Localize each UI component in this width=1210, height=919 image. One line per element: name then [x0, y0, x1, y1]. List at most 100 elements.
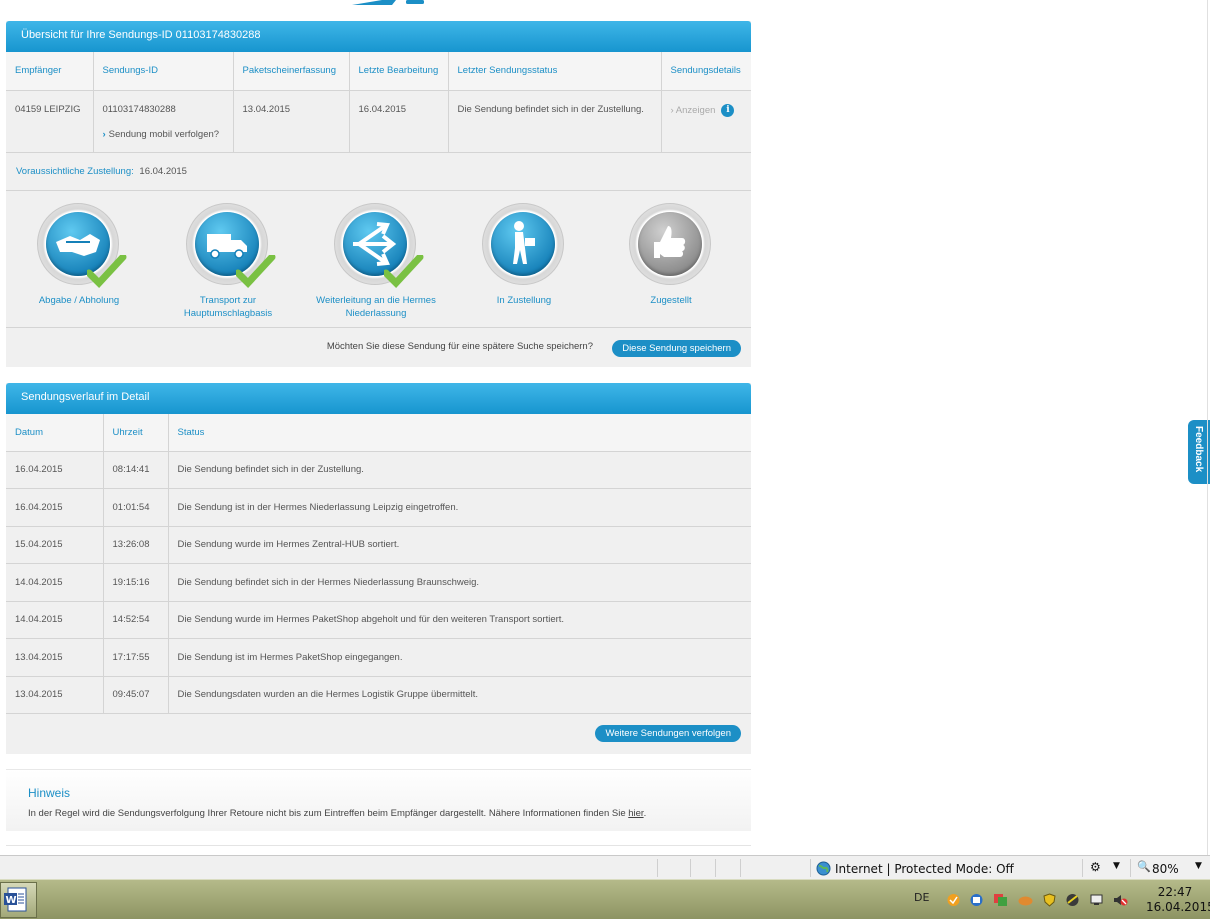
recipient-cell: 04159 LEIPZIG	[6, 90, 94, 153]
protected-mode-icon[interactable]: ⚙	[1090, 860, 1101, 874]
history-row: 16.04.2015 08:14:41 Die Sendung befindet s…	[6, 451, 751, 489]
overview-table: Empfänger Sendungs-ID Paketscheinerfassu…	[6, 52, 751, 153]
step-transport: Transport zur Hauptumschlagbasis	[158, 202, 298, 320]
step-label: Abgabe / Abholung	[38, 294, 120, 306]
chevron-right-icon: ›	[102, 128, 106, 140]
tray-device-icon[interactable]	[1089, 893, 1104, 907]
chevron-down-icon[interactable]: ▼	[1195, 861, 1202, 871]
history-status-cell: Die Sendung ist im Hermes PaketShop eing…	[168, 638, 751, 677]
status-cell	[690, 859, 691, 877]
history-time-cell: 13:26:08	[103, 526, 169, 564]
word-task-button[interactable]: W	[0, 882, 37, 918]
mobile-tracking-label: Sendung mobil verfolgen?	[108, 128, 220, 140]
expected-delivery: Voraussichtliche Zustellung: 16.04.2015	[6, 153, 751, 191]
last-status-cell: Die Sendung befindet sich in der Zustell…	[448, 90, 662, 153]
hint-body: In der Regel wird die Sendungsverfolgung…	[28, 808, 626, 819]
language-indicator[interactable]: DE	[914, 891, 929, 904]
tray-cloud-icon[interactable]	[1018, 893, 1033, 907]
history-date-cell: 16.04.2015	[6, 488, 104, 527]
hint-text: In der Regel wird die Sendungsverfolgung…	[28, 808, 646, 819]
history-date-cell: 13.04.2015	[6, 676, 104, 714]
chevron-down-icon[interactable]: ▼	[1113, 861, 1120, 871]
hint-box: Hinweis In der Regel wird die Sendungsve…	[6, 769, 751, 831]
col-time: Uhrzeit	[103, 414, 169, 452]
history-panel: Sendungsverlauf im Detail Datum Uhrzeit …	[6, 383, 751, 754]
info-icon[interactable]: i	[721, 103, 735, 117]
globe-icon	[816, 861, 831, 876]
status-cell	[657, 859, 658, 877]
mobile-tracking-link[interactable]: › Sendung mobil verfolgen?	[103, 129, 224, 140]
col-shipment-id: Sendungs-ID	[93, 52, 234, 91]
save-shipment-button[interactable]: Diese Sendung speichern	[612, 339, 741, 357]
status-cell	[1082, 859, 1083, 877]
details-show-link[interactable]: › Anzeigen	[671, 105, 716, 116]
hermes-logo-fragment	[352, 0, 424, 5]
step-label: In Zustellung	[496, 294, 552, 306]
hint-end: .	[643, 808, 647, 819]
save-row: Möchten Sie diese Sendung für eine späte…	[6, 328, 751, 368]
track-more-button[interactable]: Weitere Sendungen verfolgen	[595, 725, 741, 742]
system-clock[interactable]: 22:47 16.04.2015	[1146, 885, 1210, 915]
thumbs-up-icon	[638, 211, 702, 276]
history-title: Sendungsverlauf im Detail	[6, 383, 751, 414]
col-details: Sendungsdetails	[661, 52, 751, 91]
tracking-steps: Abgabe / Abholung Transport zur Hauptums…	[6, 191, 751, 328]
step-label: Zugestellt	[650, 294, 692, 306]
col-recipient: Empfänger	[6, 52, 94, 91]
tray-shield-icon[interactable]	[1042, 893, 1057, 907]
col-date: Datum	[6, 414, 104, 452]
history-status-cell: Die Sendung wurde im Hermes PaketShop ab…	[168, 601, 751, 639]
registered-cell: 13.04.2015	[233, 90, 350, 153]
details-show-label: Anzeigen	[675, 104, 716, 116]
history-date-cell: 13.04.2015	[6, 638, 104, 677]
history-status-cell: Die Sendung ist in der Hermes Niederlass…	[168, 488, 751, 527]
history-status-cell: Die Sendung befindet sich in der Hermes …	[168, 563, 751, 602]
history-time-cell: 01:01:54	[103, 488, 169, 527]
feedback-label: Feedback	[1193, 426, 1204, 473]
tray-antivirus-icon[interactable]	[1065, 893, 1080, 907]
step-delivered: Zugestellt	[601, 202, 741, 307]
col-last-status: Letzter Sendungsstatus	[448, 52, 662, 91]
tray-app-icon[interactable]	[946, 893, 961, 907]
word-icon: W	[4, 887, 27, 912]
clock-date: 16.04.2015	[1146, 900, 1210, 914]
status-cell	[810, 859, 811, 877]
history-status-cell: Die Sendungsdaten wurden an die Hermes L…	[168, 676, 751, 714]
browser-viewport: Übersicht für Ihre Sendungs-ID 011031748…	[0, 0, 1210, 855]
history-row: 13.04.2015 09:45:07 Die Sendungsdaten wurd…	[6, 676, 751, 714]
divider	[6, 845, 751, 855]
history-row: 16.04.2015 01:01:54 Die Sendung ist in der…	[6, 488, 751, 527]
tray-network-icon[interactable]	[969, 893, 984, 907]
svg-text:W: W	[6, 895, 17, 906]
col-registered: Paketscheinerfassung	[233, 52, 350, 91]
zoom-level[interactable]: 80%	[1152, 862, 1179, 876]
history-date-cell: 14.04.2015	[6, 601, 104, 639]
history-time-cell: 19:15:16	[103, 563, 169, 602]
history-row: 13.04.2015 17:17:55 Die Sendung ist im Her…	[6, 638, 751, 677]
status-cell	[715, 859, 716, 877]
check-icon	[87, 254, 127, 288]
browser-status-bar: Internet | Protected Mode: Off ⚙ ▼ 🔍 80%…	[0, 855, 1210, 879]
expected-delivery-label: Voraussichtliche Zustellung:	[16, 165, 134, 177]
history-row: 15.04.2015 13:26:08 Die Sendung wurde im H…	[6, 526, 751, 564]
tray-sync-icon[interactable]	[993, 893, 1008, 907]
shipment-id-value: 01103174830288	[102, 103, 176, 115]
save-question: Möchten Sie diese Sendung für eine späte…	[326, 340, 593, 352]
history-status-cell: Die Sendung wurde im Hermes Zentral-HUB …	[168, 526, 751, 564]
check-icon	[236, 254, 276, 288]
overview-panel: Übersicht für Ihre Sendungs-ID 011031748…	[6, 21, 751, 367]
courier-icon	[491, 211, 555, 276]
security-zone[interactable]: Internet | Protected Mode: Off	[835, 862, 1014, 876]
history-date-cell: 15.04.2015	[6, 526, 104, 564]
step-in-delivery: In Zustellung	[454, 202, 594, 307]
step-forwarding: Weiterleitung an die Hermes Niederlassun…	[306, 202, 446, 320]
overview-data-row: 04159 LEIPZIG 01103174830288 › Sendung mo…	[6, 90, 751, 153]
tray-volume-muted-icon[interactable]	[1113, 893, 1128, 907]
zoom-icon: 🔍	[1137, 860, 1151, 873]
overview-title: Übersicht für Ihre Sendungs-ID 011031748…	[6, 21, 751, 52]
history-status-cell: Die Sendung befindet sich in der Zustell…	[168, 451, 751, 489]
step-label: Transport zur Hauptumschlagbasis	[183, 294, 273, 319]
status-cell	[1130, 859, 1131, 877]
hint-link[interactable]: hier	[628, 808, 643, 819]
overview-header-row: Empfänger Sendungs-ID Paketscheinerfassu…	[6, 52, 751, 91]
